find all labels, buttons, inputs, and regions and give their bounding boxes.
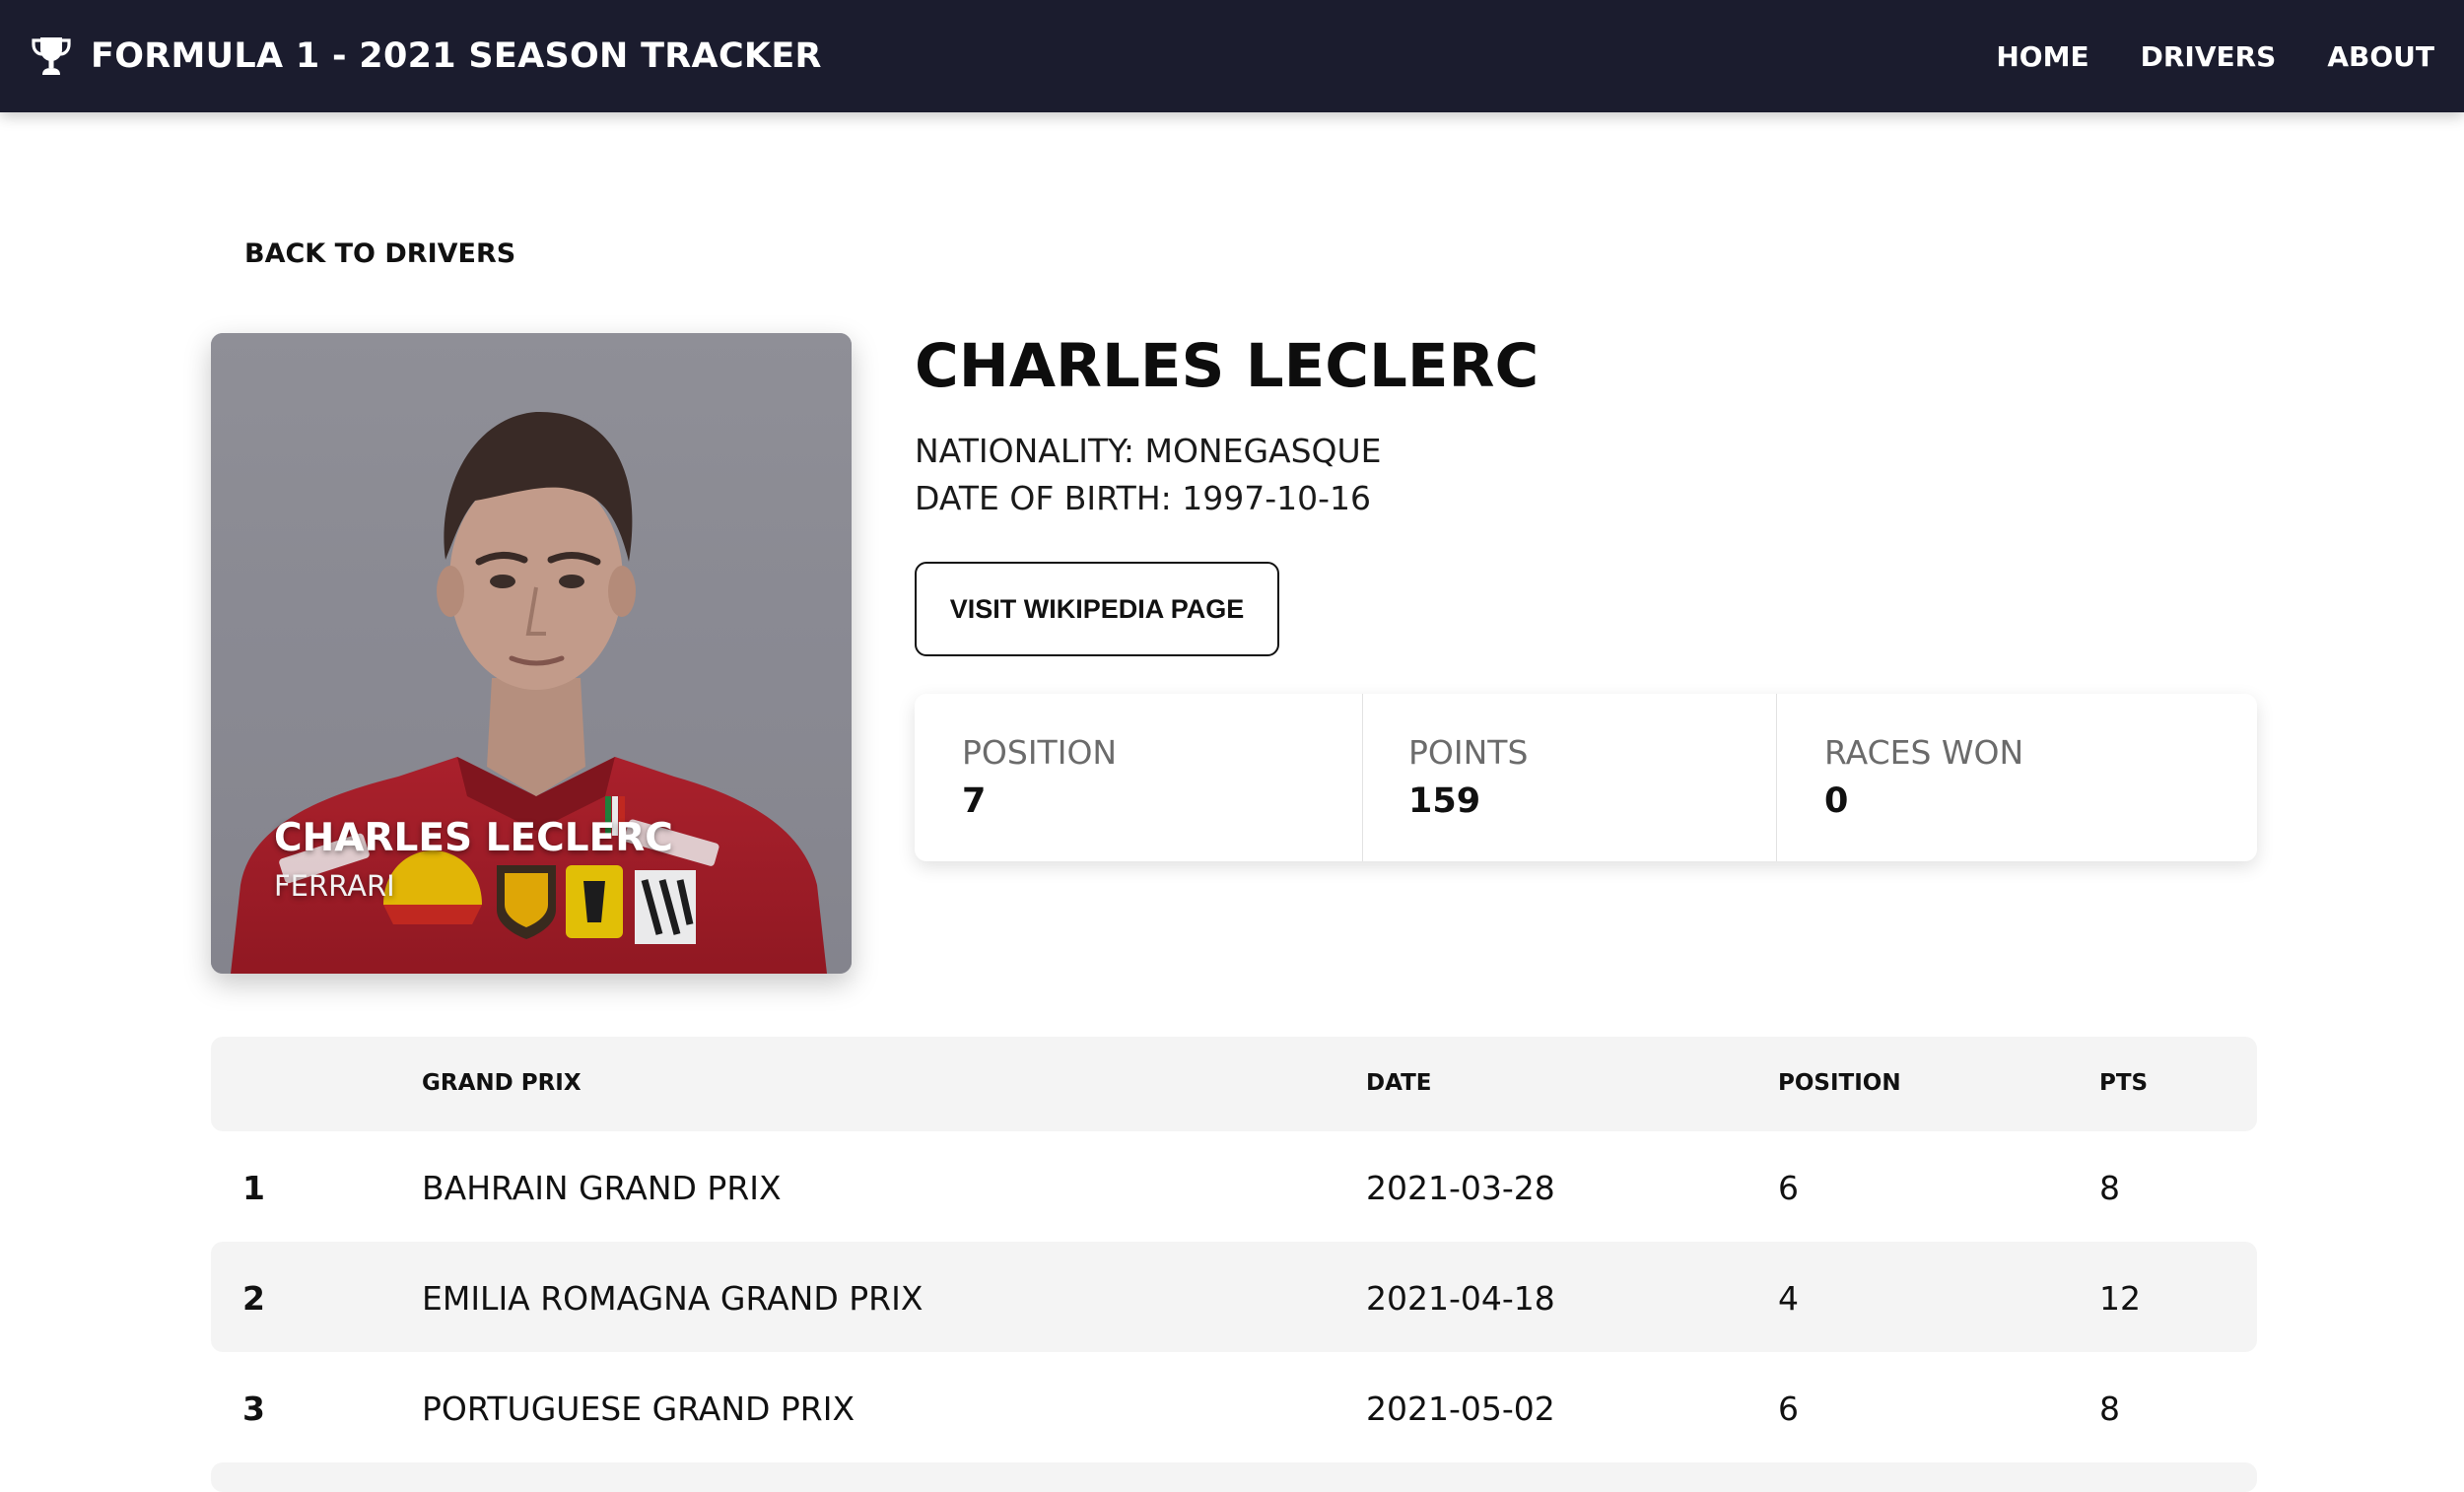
row-index: 3 [242, 1390, 265, 1428]
position-cell: 6 [1778, 1169, 1799, 1207]
race-results-table: GRAND PRIX DATE POSITION PTS 1 BAHRAIN G… [211, 1037, 2257, 1492]
column-header-points[interactable]: PTS [2099, 1070, 2148, 1096]
table-row[interactable]: 2 EMILIA ROMAGNA GRAND PRIX 2021-04-18 4… [211, 1242, 2257, 1352]
card-team-name: FERRARI [274, 869, 395, 903]
main-nav: HOME DRIVERS ABOUT [1996, 40, 2434, 73]
brand[interactable]: FORMULA 1 - 2021 SEASON TRACKER [30, 35, 822, 77]
top-navbar: FORMULA 1 - 2021 SEASON TRACKER HOME DRI… [0, 0, 2464, 112]
stat-label: POINTS [1408, 733, 1529, 772]
points-cell: 8 [2099, 1390, 2120, 1428]
date-cell: 2021-04-18 [1366, 1279, 1555, 1318]
row-index: 1 [242, 1169, 265, 1207]
date-cell: 2021-05-02 [1366, 1390, 1555, 1428]
stat-position: POSITION 7 [915, 694, 1362, 861]
nationality-text: NATIONALITY: MONEGASQUE [915, 432, 1382, 470]
stat-label: RACES WON [1824, 733, 2024, 772]
points-cell: 8 [2099, 1169, 2120, 1207]
nav-home-link[interactable]: HOME [1996, 40, 2088, 73]
column-header-grand-prix[interactable]: GRAND PRIX [422, 1070, 582, 1096]
stat-points: POINTS 159 [1362, 694, 1776, 861]
column-header-date[interactable]: DATE [1366, 1070, 1432, 1096]
position-cell: 4 [1778, 1279, 1799, 1318]
column-header-position[interactable]: POSITION [1778, 1070, 1901, 1096]
points-cell: 12 [2099, 1279, 2141, 1318]
grand-prix-cell: PORTUGUESE GRAND PRIX [422, 1390, 856, 1428]
driver-name-heading: CHARLES LECLERC [915, 331, 1540, 401]
table-row[interactable]: 1 BAHRAIN GRAND PRIX 2021-03-28 6 8 [211, 1131, 2257, 1242]
stat-races-won: RACES WON 0 [1776, 694, 2257, 861]
card-driver-name: CHARLES LECLERC [274, 816, 673, 860]
app-title: FORMULA 1 - 2021 SEASON TRACKER [91, 36, 822, 76]
back-to-drivers-link[interactable]: BACK TO DRIVERS [244, 238, 515, 269]
stat-value: 7 [962, 781, 987, 821]
position-cell: 6 [1778, 1390, 1799, 1428]
nav-drivers-link[interactable]: DRIVERS [2141, 40, 2277, 73]
date-of-birth-text: DATE OF BIRTH: 1997-10-16 [915, 479, 1372, 517]
stat-value: 159 [1408, 781, 1481, 821]
driver-stats-panel: POSITION 7 POINTS 159 RACES WON 0 [915, 694, 2257, 861]
stat-label: POSITION [962, 733, 1118, 772]
grand-prix-cell: EMILIA ROMAGNA GRAND PRIX [422, 1279, 924, 1318]
table-row[interactable]: 3 PORTUGUESE GRAND PRIX 2021-05-02 6 8 [211, 1352, 2257, 1462]
visit-wikipedia-button[interactable]: VISIT WIKIPEDIA PAGE [915, 562, 1279, 656]
grand-prix-cell: BAHRAIN GRAND PRIX [422, 1169, 782, 1207]
nav-about-link[interactable]: ABOUT [2327, 40, 2434, 73]
trophy-icon [32, 37, 71, 75]
date-cell: 2021-03-28 [1366, 1169, 1555, 1207]
stat-value: 0 [1824, 781, 1849, 821]
table-row[interactable] [211, 1462, 2257, 1492]
row-index: 2 [242, 1279, 265, 1318]
table-header: GRAND PRIX DATE POSITION PTS [211, 1037, 2257, 1131]
driver-photo-card: CHARLES LECLERC FERRARI [211, 333, 852, 974]
